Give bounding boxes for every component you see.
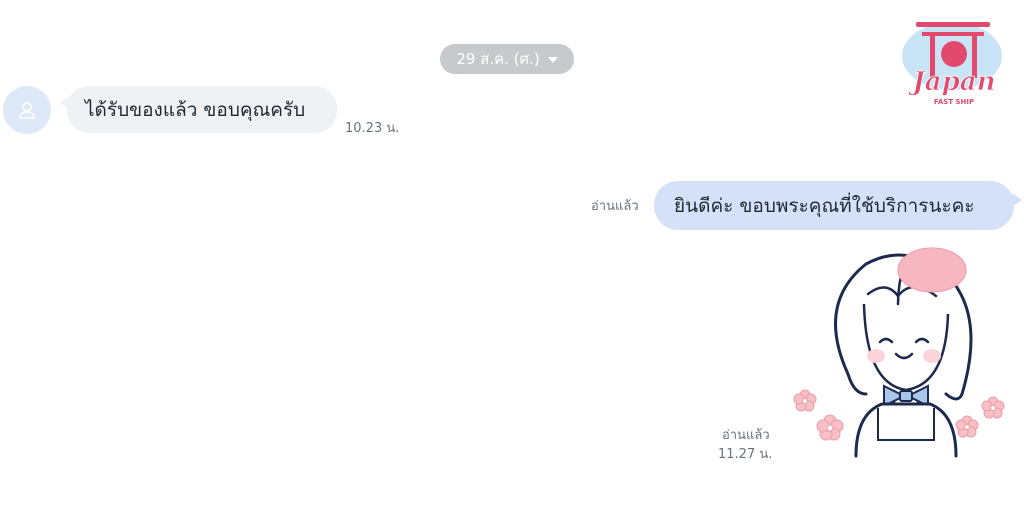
- avatar[interactable]: [3, 86, 51, 134]
- read-receipt: อ่านแล้ว: [722, 428, 770, 443]
- chat-window: 29 ส.ค. (ศ.) ได้รับของแล้ว ขอบคุณครับ 10…: [0, 0, 1024, 512]
- date-label: 29 ส.ค. (ศ.): [456, 50, 540, 68]
- message-timestamp: 11.27 น.: [718, 447, 773, 462]
- logo-subtitle: FAST SHIP: [934, 98, 974, 106]
- girl-beret-sticker[interactable]: [786, 244, 1014, 458]
- message-timestamp: 10.23 น.: [345, 121, 400, 136]
- chevron-down-icon: [547, 57, 558, 63]
- read-receipt: อ่านแล้ว: [591, 199, 639, 214]
- message-text: ได้รับของแล้ว ขอบคุณครับ: [85, 98, 306, 121]
- incoming-message-bubble[interactable]: ได้รับของแล้ว ขอบคุณครับ: [60, 86, 337, 133]
- japan-fast-ship-logo: Japan FAST SHIP: [902, 22, 1002, 106]
- outgoing-message-bubble[interactable]: ยินดีค่ะ ขอบพระคุณที่ใช้บริการนะคะ: [654, 181, 1022, 230]
- message-text: ยินดีค่ะ ขอบพระคุณที่ใช้บริการนะคะ: [674, 194, 975, 217]
- date-selector[interactable]: 29 ส.ค. (ศ.): [440, 44, 574, 74]
- logo-title: Japan: [907, 67, 995, 97]
- user-icon: [19, 102, 35, 119]
